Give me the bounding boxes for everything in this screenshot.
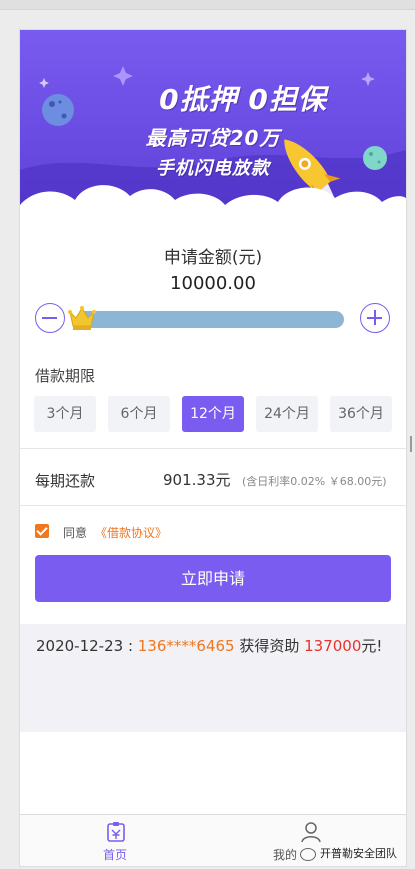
home-icon: [106, 821, 126, 843]
repayment-label: 每期还款: [35, 472, 96, 490]
amount-value: 10000.00: [170, 273, 256, 294]
user-icon: [301, 821, 321, 843]
term-option-3[interactable]: 3个月: [34, 396, 96, 432]
term-option-6[interactable]: 6个月: [108, 396, 170, 432]
watermark-text: 开普勒安全团队: [320, 847, 397, 860]
amount-slider-row: [20, 300, 406, 336]
apply-button[interactable]: 立即申请: [35, 555, 391, 602]
notice-middle: 获得资助: [234, 637, 305, 655]
term-option-12[interactable]: 12个月: [182, 396, 244, 432]
notice-phone: 136****6465: [137, 637, 235, 655]
loan-notice: 2020-12-23 : 136****6465 获得资助 137000元!: [36, 635, 382, 656]
tab-home-label: 首页: [102, 848, 127, 862]
amount-label: 申请金额(元): [163, 248, 263, 268]
notice-amount: 137000: [304, 637, 362, 655]
banner-tagline: 手机闪电放款: [156, 158, 270, 179]
mobile-frame: 0抵押 0担保 最高可贷20万 手机闪电放款 申请金额(元) 10000.00 …: [20, 30, 406, 866]
term-option-36[interactable]: 36个月: [330, 396, 392, 432]
amount-slider-track[interactable]: [76, 311, 344, 328]
minus-circle-icon[interactable]: [35, 303, 65, 333]
term-option-24[interactable]: 24个月: [256, 396, 318, 432]
tab-home[interactable]: 首页: [60, 815, 170, 866]
wechat-icon: [300, 847, 316, 861]
banner-headline: 0抵押 0担保: [159, 83, 327, 116]
agreement-prefix: 同意: [63, 526, 88, 540]
repayment-value: 901.33元: [163, 471, 231, 489]
divider: [20, 448, 406, 449]
notice-date: 2020-12-23 :: [36, 637, 138, 655]
term-options: 3个月 6个月 12个月 24个月 36个月: [34, 396, 394, 432]
agreement-link[interactable]: 《借款协议》: [95, 524, 167, 541]
notice-area: 2020-12-23 : 136****6465 获得资助 137000元!: [20, 624, 406, 732]
divider: [20, 505, 406, 506]
crown-slider-thumb-icon[interactable]: [67, 304, 97, 332]
browser-top-bar: [0, 0, 415, 10]
repayment-note: (含日利率0.02% ￥68.00元): [242, 475, 387, 488]
notice-suffix: 元!: [361, 637, 383, 655]
plus-circle-icon[interactable]: [360, 303, 390, 333]
watermark: 开普勒安全团队: [300, 845, 397, 861]
term-label: 借款期限: [35, 367, 96, 385]
promo-banner: 0抵押 0担保 最高可贷20万 手机闪电放款: [20, 30, 406, 225]
scrollbar[interactable]: [410, 436, 412, 452]
agreement-checkbox[interactable]: [35, 524, 49, 538]
banner-subheadline: 最高可贷20万: [145, 126, 281, 150]
